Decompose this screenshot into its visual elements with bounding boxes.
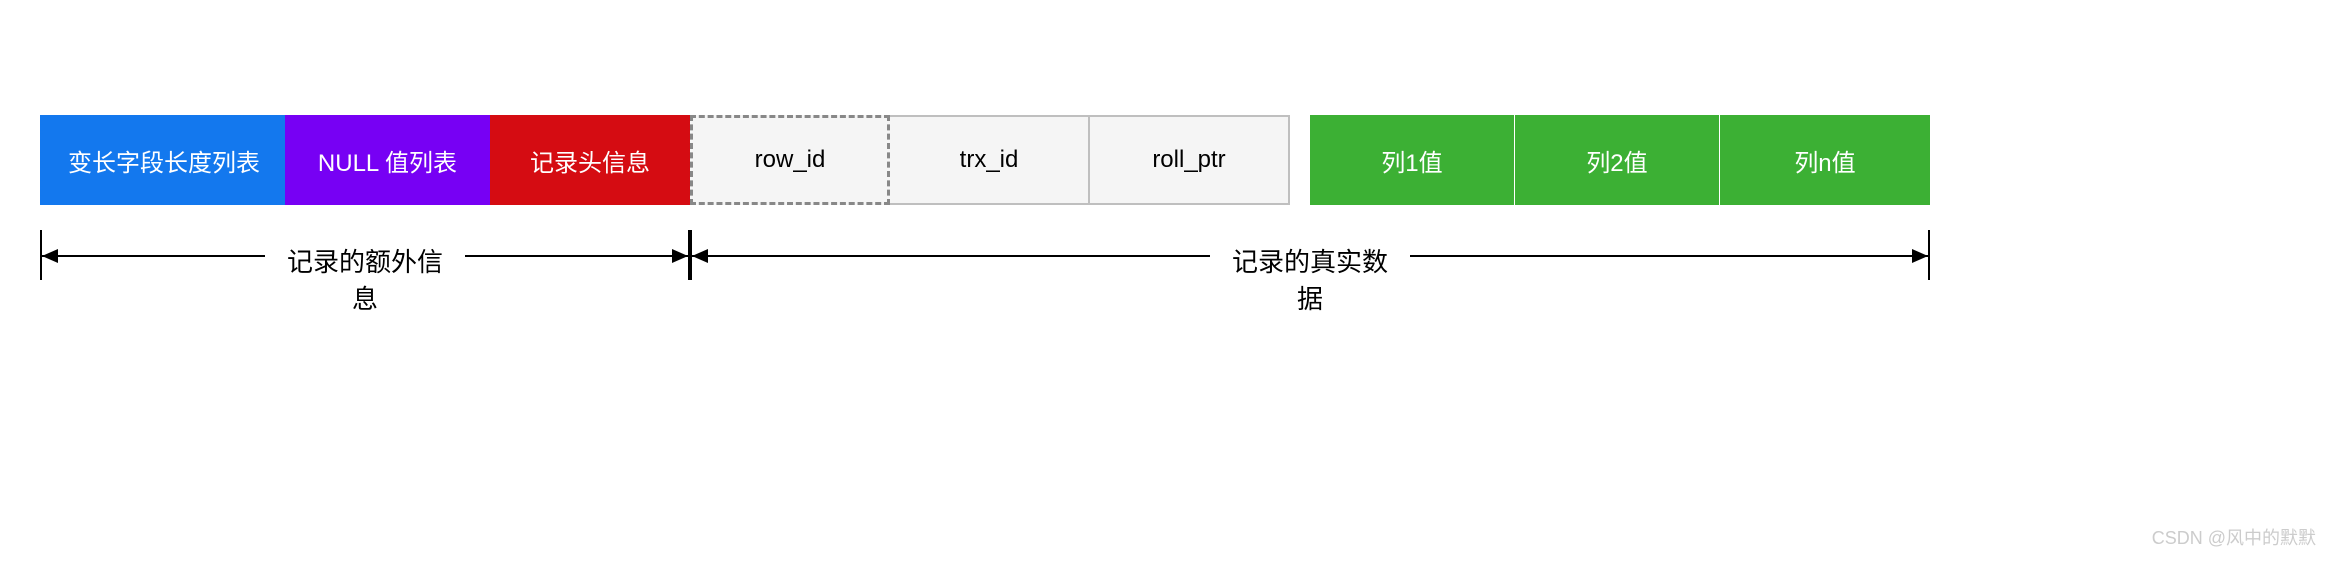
cell-varlen-field-list: 变长字段长度列表 [40,115,285,205]
cell-record-header: 记录头信息 [490,115,690,205]
cell-roll-ptr: roll_ptr [1090,115,1290,205]
bracket-label-extra-info: 记录的额外信息 [265,242,465,316]
gap-spacer [1290,115,1310,205]
bracket-extra-info: 记录的额外信息 [40,230,690,280]
bracket-real-data: 记录的真实数据 [690,230,1930,280]
cell-col1: 列1值 [1310,115,1515,205]
row-format-diagram: 变长字段长度列表 NULL 值列表 记录头信息 row_id trx_id ro… [40,115,1930,205]
cell-null-list: NULL 值列表 [285,115,490,205]
cell-trx-id: trx_id [890,115,1090,205]
cell-row-id: row_id [690,115,890,205]
bracket-label-real-data: 记录的真实数据 [1210,242,1410,316]
watermark: CSDN @风中的默默 [2152,524,2316,550]
cell-coln: 列n值 [1720,115,1930,205]
bracket-annotations: 记录的额外信息 记录的真实数据 [40,230,1930,300]
cell-col2: 列2值 [1515,115,1720,205]
